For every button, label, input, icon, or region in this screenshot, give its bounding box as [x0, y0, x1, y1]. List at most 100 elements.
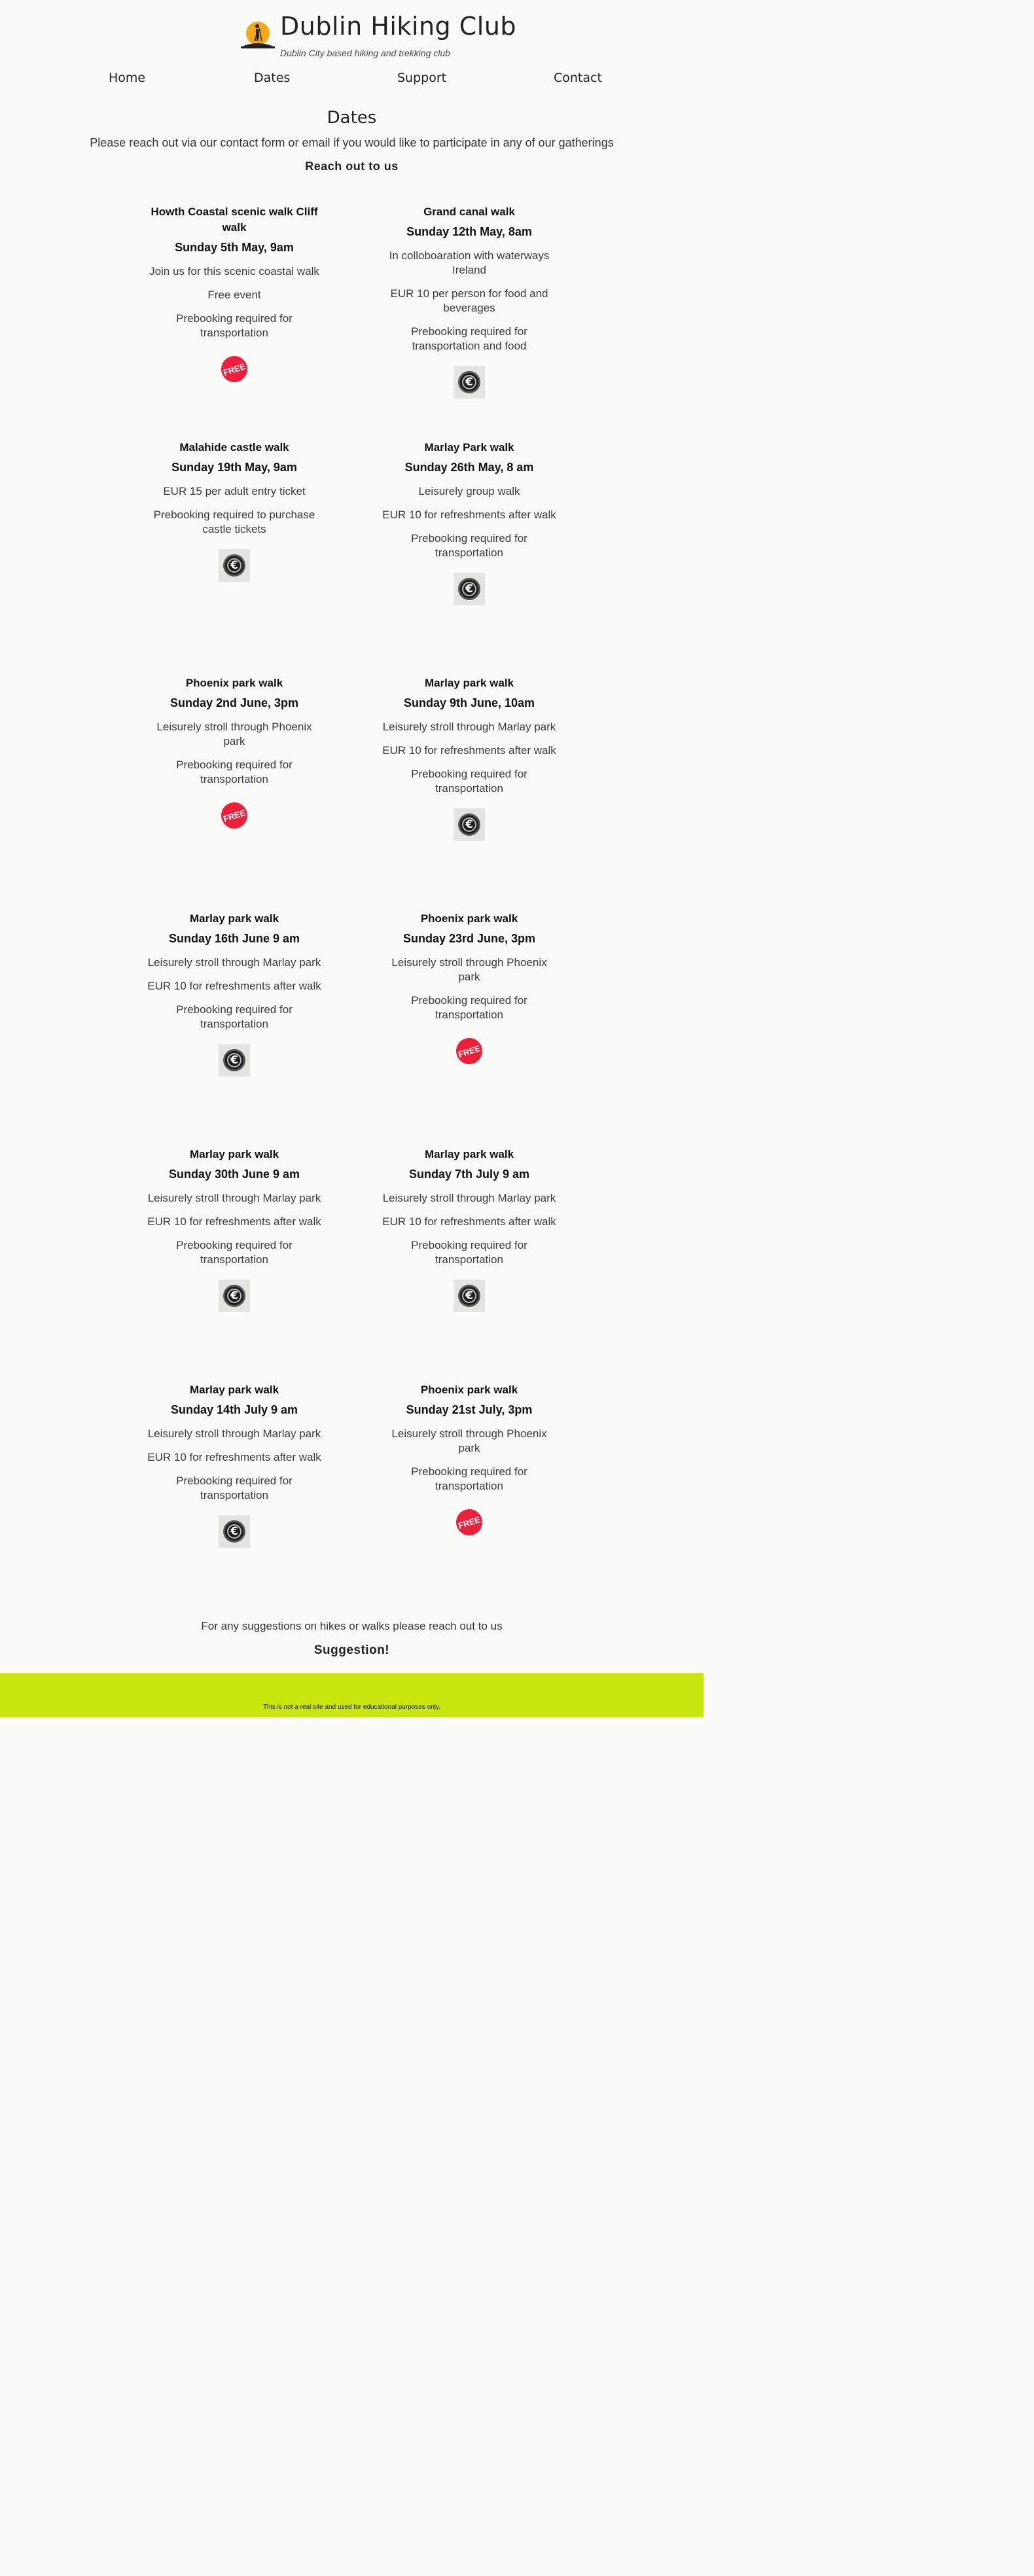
event-detail: EUR 10 for refreshments after walk — [147, 1451, 321, 1463]
event-card: Phoenix park walk Sunday 23rd June, 3pm Le… — [381, 911, 558, 1068]
event-detail: EUR 10 for refreshments after walk — [147, 1215, 321, 1228]
event-date: Sunday 23rd June, 3pm — [402, 932, 536, 945]
euro-icon: € — [219, 549, 250, 582]
euro-icon: € — [454, 366, 485, 399]
event-date: Sunday 16th June 9 am — [168, 932, 300, 945]
site-title[interactable]: Dublin Hiking Club — [280, 12, 516, 41]
event-detail: Prebooking required for transportation — [411, 1465, 527, 1492]
event-icon-wrapper: € — [219, 1279, 250, 1312]
euro-symbol: € — [230, 559, 238, 572]
euro-symbol: € — [465, 818, 473, 831]
event-icon-wrapper: € — [219, 1515, 250, 1548]
euro-coin: € — [458, 814, 480, 836]
event-date: Sunday 26th May, 8 am — [404, 461, 534, 474]
event-date: Sunday 30th June 9 am — [168, 1168, 300, 1181]
event-icon-wrapper: € — [219, 1044, 250, 1077]
event-detail: Prebooking required for transportation — [176, 1475, 293, 1501]
euro-icon: € — [454, 573, 485, 605]
event-title: Marlay park walk — [189, 912, 279, 925]
event-date: Sunday 9th June, 10am — [403, 696, 535, 709]
hiker-sunset-logo-icon[interactable] — [240, 18, 276, 52]
nav-contact[interactable]: Contact — [554, 71, 602, 85]
event-detail: Leisurely stroll through Marlay park — [147, 1427, 321, 1440]
event-date: Sunday 2nd June, 3pm — [169, 696, 299, 709]
euro-coin: € — [458, 578, 480, 600]
event-icon-wrapper: FREE — [452, 1505, 486, 1539]
footer-disclaimer: This is not a real site and used for edu… — [262, 1704, 441, 1711]
event-detail: EUR 10 per person for food and beverages — [390, 287, 548, 314]
event-icon-wrapper: FREE — [452, 1034, 486, 1068]
event-detail: Join us for this scenic coastal walk — [149, 265, 319, 277]
euro-icon: € — [219, 1515, 250, 1548]
event-detail: Leisurely stroll through Marlay park — [382, 721, 556, 733]
event-detail: Leisurely stroll through Marlay park — [147, 1192, 321, 1204]
event-date: Sunday 7th July 9 am — [408, 1168, 530, 1181]
event-date: Sunday 21st July, 3pm — [406, 1403, 533, 1416]
nav-dates[interactable]: Dates — [254, 71, 290, 85]
event-title: Marlay park walk — [424, 677, 514, 689]
event-detail: EUR 10 for refreshments after walk — [382, 1215, 556, 1228]
euro-symbol: € — [230, 1525, 238, 1538]
event-detail: Leisurely stroll through Phoenix park — [156, 721, 312, 747]
event-detail: Leisurely stroll through Marlay park — [382, 1192, 556, 1204]
event-title: Marlay Park walk — [424, 441, 514, 454]
site-footer: This is not a real site and used for edu… — [0, 1673, 704, 1717]
event-date: Sunday 12th May, 8am — [406, 225, 532, 238]
event-date: Sunday 14th July 9 am — [170, 1403, 298, 1416]
event-detail: Leisurely stroll through Phoenix park — [391, 956, 547, 983]
event-icon-wrapper: € — [454, 366, 485, 399]
euro-symbol: € — [465, 1289, 473, 1302]
event-date: Sunday 5th May, 9am — [175, 241, 294, 254]
event-detail: In colloboaration with waterways Ireland — [389, 249, 550, 276]
euro-coin: € — [458, 1285, 480, 1307]
event-detail: EUR 10 for refreshments after walk — [382, 509, 556, 521]
event-card: Marlay park walk Sunday 30th June 9 am Lei… — [146, 1147, 323, 1312]
event-detail: EUR 10 for refreshments after walk — [382, 744, 556, 757]
event-icon-wrapper: € — [454, 573, 485, 605]
event-icon-wrapper: € — [454, 1279, 485, 1312]
site-header: Dublin Hiking Club Dublin City based hik… — [0, 0, 704, 65]
event-card: Marlay Park walk Sunday 26th May, 8 am Lei… — [381, 440, 558, 605]
euro-coin: € — [223, 554, 245, 577]
event-detail: Prebooking required for transportation — [176, 312, 293, 339]
event-detail: EUR 15 per adult entry ticket — [163, 485, 306, 497]
event-title: Phoenix park walk — [420, 912, 518, 925]
euro-icon: € — [454, 808, 485, 841]
euro-symbol: € — [465, 582, 473, 596]
event-detail: Prebooking required for transportation — [176, 759, 293, 785]
event-title: Phoenix park walk — [185, 677, 283, 689]
event-detail: Prebooking required for transportation — [176, 1239, 293, 1266]
event-card: Marlay park walk Sunday 16th June 9 am Lei… — [146, 911, 323, 1077]
nav-home[interactable]: Home — [109, 71, 145, 85]
event-title: Howth Coastal scenic walk Cliff walk — [151, 206, 318, 234]
event-detail: Free event — [207, 289, 261, 301]
event-detail: Prebooking required for transportation — [411, 994, 527, 1021]
nav-support[interactable]: Support — [397, 71, 446, 85]
intro-text: Please reach out via our contact form or… — [90, 136, 614, 149]
free-badge-icon: FREE — [217, 798, 251, 832]
reach-out-link[interactable]: Reach out to us — [0, 160, 704, 173]
suggestion-link[interactable]: Suggestion! — [0, 1643, 704, 1658]
event-detail: Prebooking required to purchase castle t… — [153, 509, 315, 535]
euro-symbol: € — [230, 1289, 238, 1302]
event-detail: Prebooking required for transportation — [411, 1239, 527, 1266]
event-detail: Prebooking required for transportation — [176, 1003, 293, 1030]
event-card: Grand canal walk Sunday 12th May, 8am In c… — [381, 204, 558, 399]
event-title: Grand canal walk — [423, 206, 515, 218]
event-date: Sunday 19th May, 9am — [171, 461, 297, 474]
event-icon-wrapper: FREE — [217, 798, 251, 832]
event-card: Howth Coastal scenic walk Cliff walk Sund… — [146, 204, 323, 386]
euro-symbol: € — [230, 1054, 238, 1067]
page-title: Dates — [327, 108, 377, 128]
free-badge-icon: FREE — [452, 1505, 486, 1539]
event-card: Phoenix park walk Sunday 21st July, 3pm Le… — [381, 1382, 558, 1539]
event-card: Marlay park walk Sunday 14th July 9 am Lei… — [146, 1382, 323, 1548]
euro-symbol: € — [465, 376, 473, 389]
event-detail: EUR 10 for refreshments after walk — [147, 980, 321, 992]
event-detail: Prebooking required for transportation — [411, 532, 527, 559]
event-card: Marlay park walk Sunday 9th June, 10am Lei… — [381, 675, 558, 841]
euro-coin: € — [458, 371, 480, 393]
event-title: Phoenix park walk — [420, 1384, 518, 1396]
event-detail: Leisurely group walk — [418, 485, 520, 497]
event-title: Marlay park walk — [424, 1148, 514, 1160]
